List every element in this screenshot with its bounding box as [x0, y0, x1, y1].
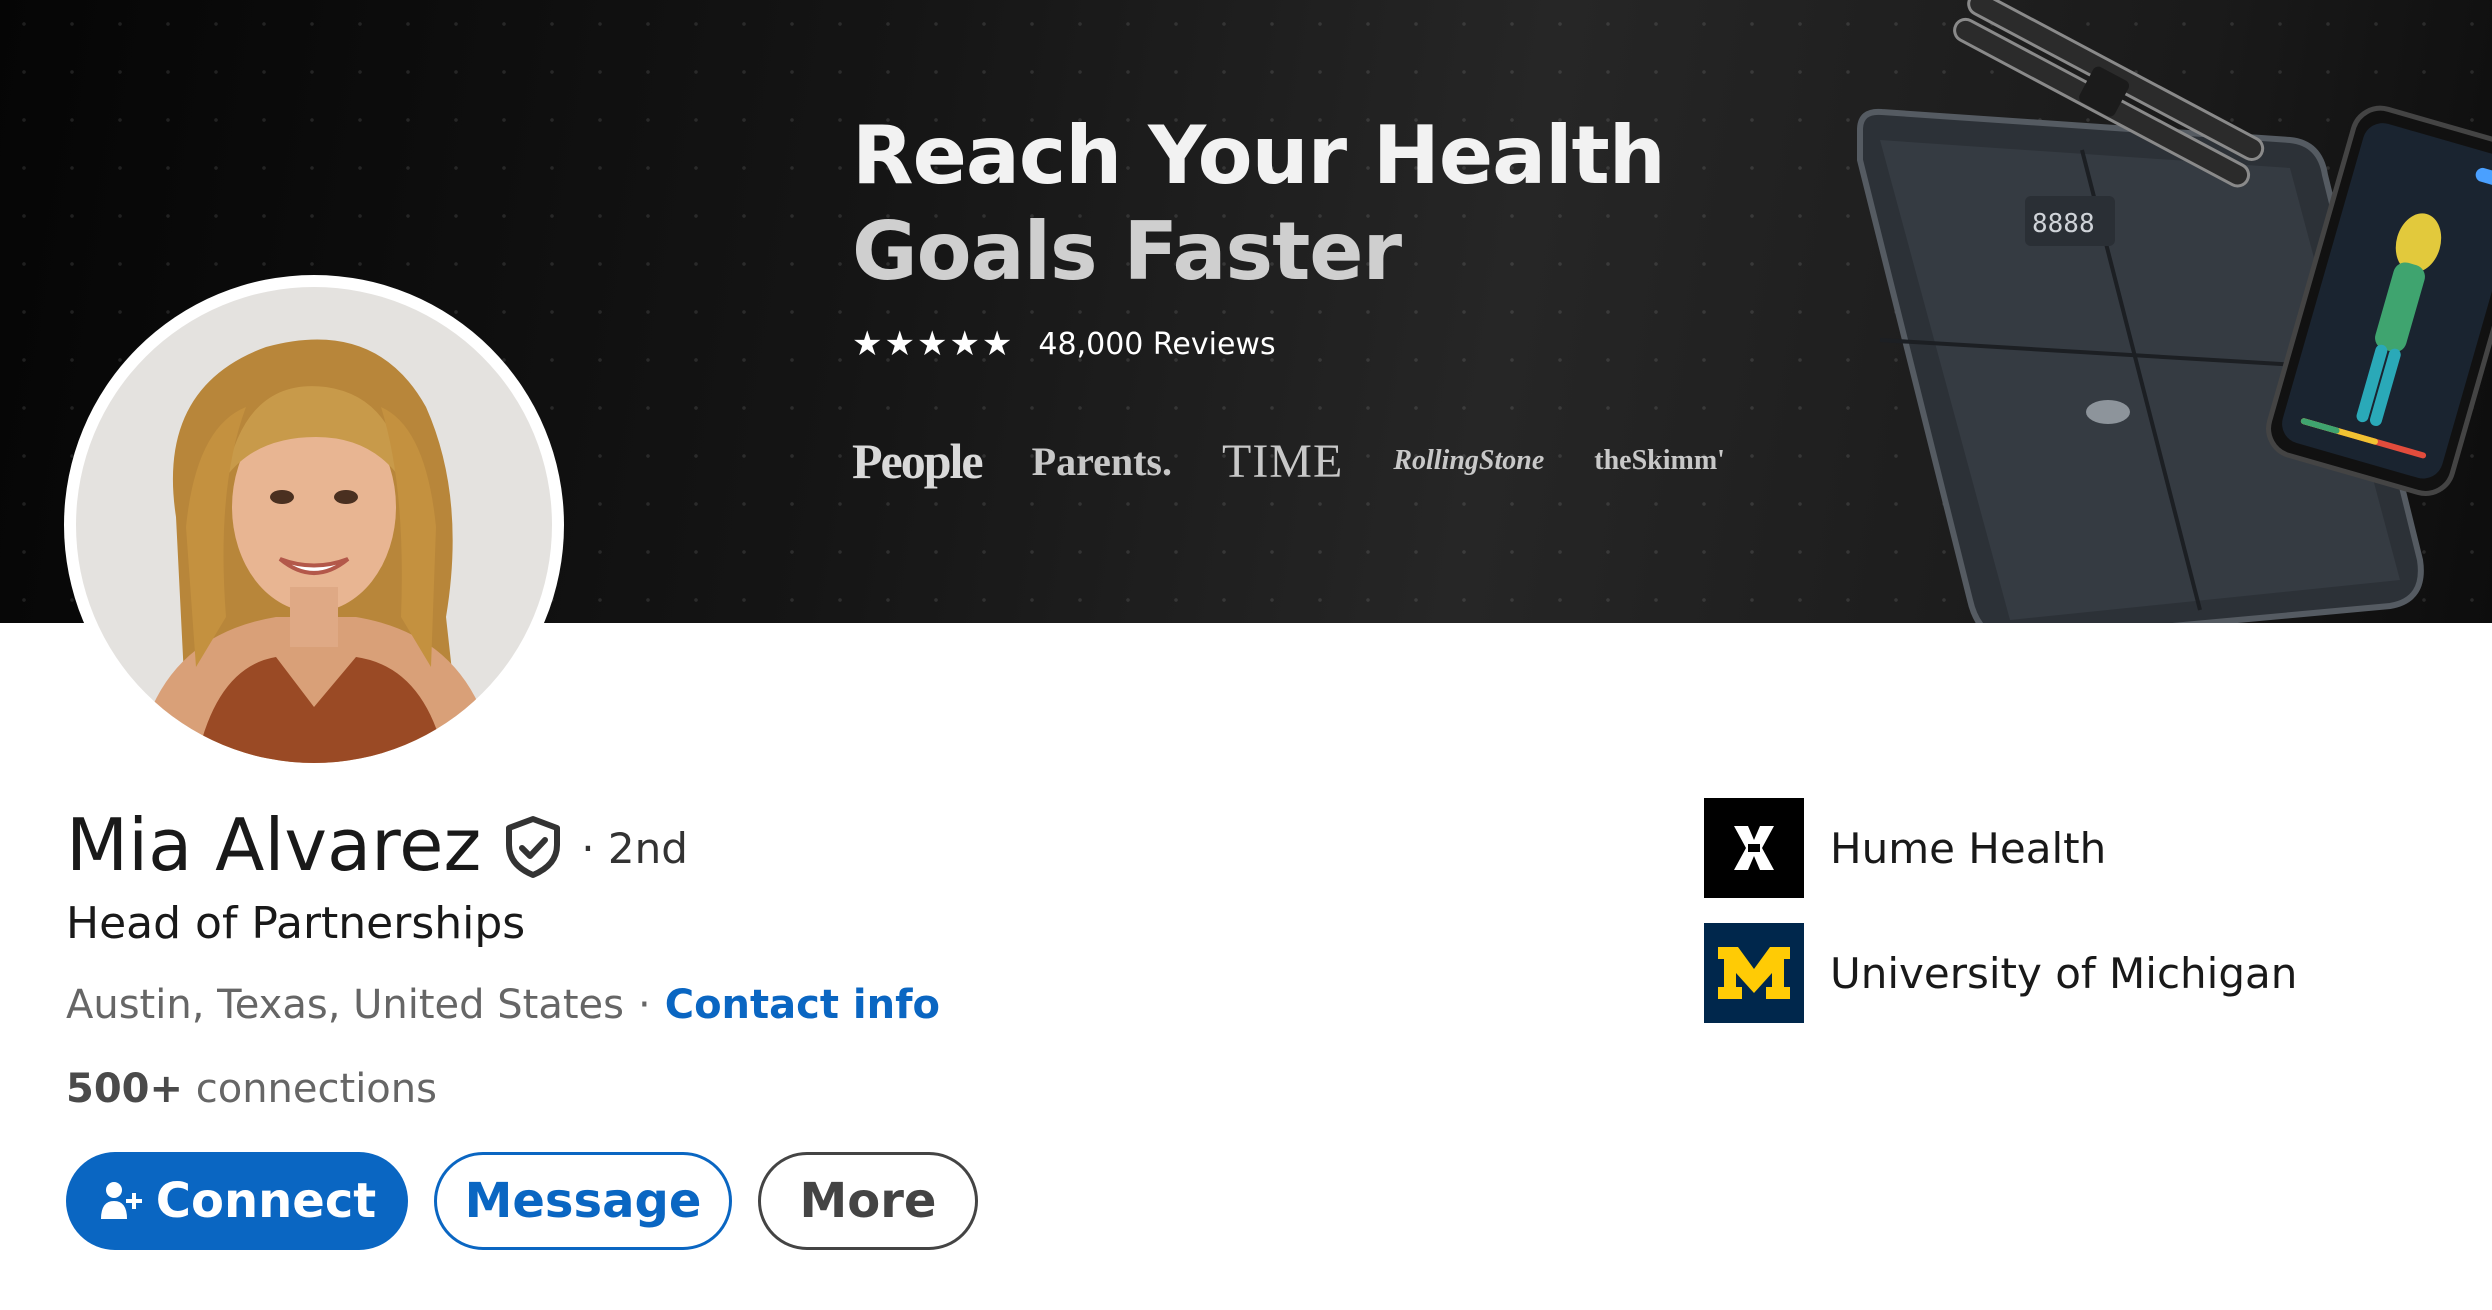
banner-headline: Reach Your Health Goals Faster	[852, 108, 1666, 300]
message-button[interactable]: Message	[434, 1152, 732, 1250]
connections-label: connections	[195, 1066, 437, 1112]
current-company[interactable]: Hume Health	[1704, 798, 2106, 898]
contact-info-link[interactable]: Contact info	[665, 982, 940, 1028]
press-logo-rollingstone: RollingStone	[1393, 445, 1545, 476]
reviews-count: 48,000 Reviews	[1038, 326, 1276, 362]
more-label: More	[799, 1173, 937, 1229]
connect-label: Connect	[155, 1173, 377, 1229]
press-logo-parents: Parents.	[1031, 438, 1172, 484]
profile-name: Mia Alvarez	[66, 803, 482, 887]
press-logo-people: People	[852, 433, 984, 489]
banner-headline-line1: Reach Your Health	[852, 109, 1666, 202]
press-logos: People Parents. TIME RollingStone theSki…	[852, 432, 1725, 490]
profile-photo[interactable]	[64, 275, 564, 775]
school-name: University of Michigan	[1830, 948, 2298, 998]
product-image: 8888	[1857, 0, 2492, 623]
connection-degree: · 2nd	[581, 823, 688, 873]
banner-rating: ★★★★★ 48,000 Reviews	[852, 324, 1276, 364]
verified-shield-icon[interactable]	[501, 815, 565, 879]
more-button[interactable]: More	[758, 1152, 978, 1250]
name-row: Mia Alvarez · 2nd	[66, 800, 688, 890]
profile-headline: Head of Partnerships	[66, 898, 526, 949]
connect-button[interactable]: Connect	[66, 1152, 408, 1250]
press-logo-theskimm: theSkimm'	[1594, 445, 1725, 476]
press-logo-time: TIME	[1222, 434, 1344, 488]
profile-location: Austin, Texas, United States	[66, 982, 624, 1028]
connections-count[interactable]: 500+ connections	[66, 1066, 437, 1112]
hume-health-logo	[1704, 798, 1804, 898]
avatar	[76, 287, 552, 763]
separator: ·	[638, 982, 651, 1028]
rating-stars: ★★★★★	[852, 324, 1015, 364]
location-row: Austin, Texas, United States · Contact i…	[66, 982, 940, 1028]
profile-actions: Connect Message More	[66, 1152, 978, 1250]
connections-number: 500+	[66, 1066, 184, 1112]
block-m-logo	[1704, 923, 1804, 1023]
message-label: Message	[464, 1173, 702, 1229]
education-school[interactable]: University of Michigan	[1704, 923, 2297, 1023]
company-name: Hume Health	[1830, 823, 2107, 873]
banner-headline-line2: Goals Faster	[852, 205, 1402, 298]
svg-text:8888: 8888	[2032, 209, 2095, 239]
add-person-icon	[100, 1182, 142, 1219]
